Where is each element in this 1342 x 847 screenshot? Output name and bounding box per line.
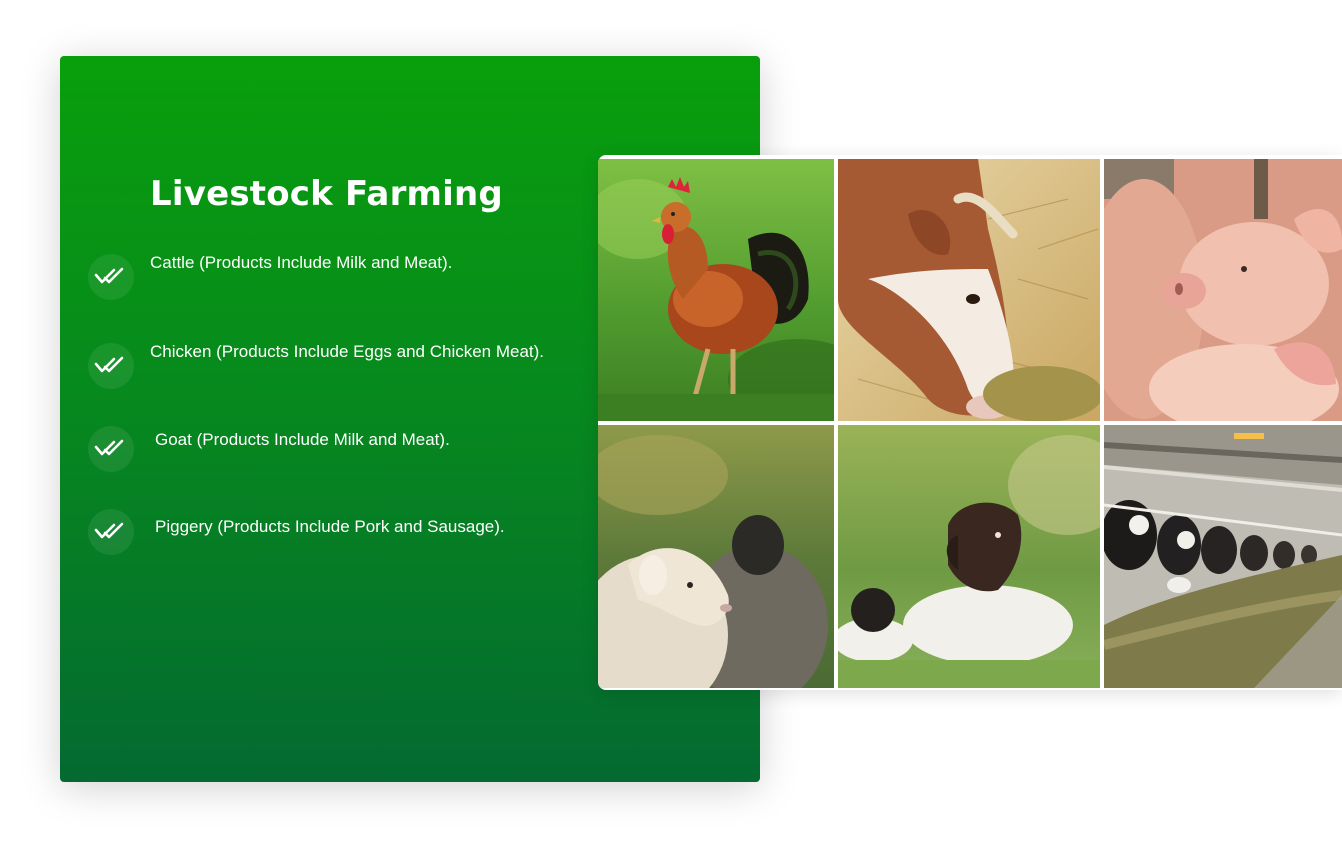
feature-item-piggery: Piggery (Products Include Pork and Sausa… bbox=[88, 509, 505, 555]
feature-item-goat: Goat (Products Include Milk and Meat). bbox=[88, 426, 450, 472]
photo-goats bbox=[838, 425, 1100, 688]
photo-dairy-barn bbox=[1104, 425, 1342, 688]
double-check-icon bbox=[88, 426, 134, 472]
photo-piglets bbox=[1104, 159, 1342, 421]
feature-text: Piggery (Products Include Pork and Sausa… bbox=[155, 517, 505, 536]
feature-item-cattle: Cattle (Products Include Milk and Meat). bbox=[88, 253, 453, 300]
card-title: Livestock Farming bbox=[150, 174, 503, 214]
double-check-icon bbox=[88, 254, 134, 300]
photo-sheep bbox=[598, 425, 834, 688]
feature-text: Cattle (Products Include Milk and Meat). bbox=[150, 253, 453, 272]
photo-cow bbox=[838, 159, 1100, 421]
double-check-icon bbox=[88, 509, 134, 555]
feature-item-chicken: Chicken (Products Include Eggs and Chick… bbox=[88, 342, 545, 389]
photo-rooster bbox=[598, 159, 834, 421]
feature-text: Goat (Products Include Milk and Meat). bbox=[155, 430, 450, 449]
feature-text: Chicken (Products Include Eggs and Chick… bbox=[150, 342, 545, 361]
livestock-photo-gallery bbox=[598, 155, 1342, 690]
double-check-icon bbox=[88, 343, 134, 389]
